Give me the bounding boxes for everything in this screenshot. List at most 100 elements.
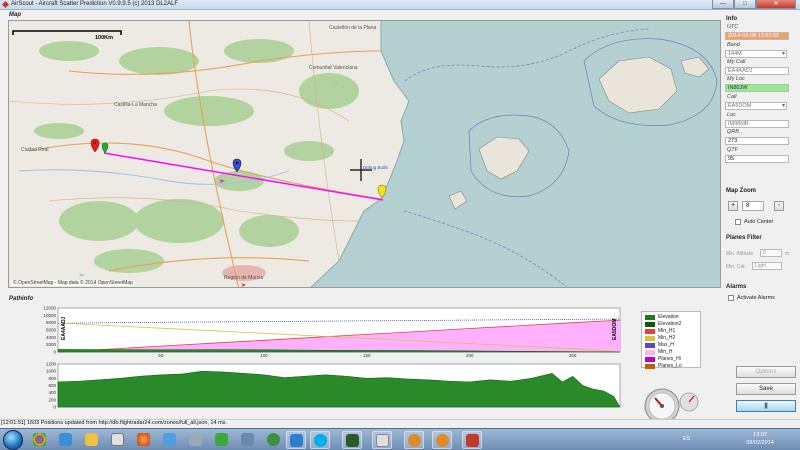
utc-field: 2014-02-08 12:02:02 (725, 32, 789, 40)
y-tick-label: 12000 (43, 306, 56, 311)
place-label: Castilla-La Mancha (114, 102, 157, 108)
taskbar-app[interactable] (432, 431, 452, 449)
plane-icon[interactable] (79, 273, 85, 277)
pathinfo-legend: Elevation Elevation2 Min_H1 Min_H2 Max_H Min_… (641, 311, 701, 370)
min-altitude-unit: m (785, 251, 790, 257)
legend-swatch (645, 357, 655, 362)
debug-label: Debug Build (363, 165, 388, 170)
taskbar-skype[interactable] (310, 431, 330, 449)
planes-filter-heading: Planes Filter (726, 235, 762, 241)
y-tick-label: 10000 (43, 313, 56, 318)
options-button[interactable]: Options (736, 366, 796, 378)
x-tick-label: 100 (260, 408, 268, 409)
start-button[interactable] (3, 430, 23, 450)
scale-label: 100Km (95, 35, 113, 41)
status-bar: [12:01:51] 1603 Positions updated from h… (0, 419, 800, 427)
y-tick-label: 0 (53, 350, 56, 355)
legend-label: Planes_Hi (658, 356, 681, 362)
legend-item: Max_H (645, 342, 701, 349)
maximize-button[interactable]: □ (734, 0, 756, 9)
qrb-field: 273 (725, 137, 789, 145)
taskbar-app[interactable] (404, 431, 424, 449)
info-heading: Info (726, 16, 737, 22)
taskbar-app[interactable] (342, 431, 362, 449)
qtf-label: QTF (727, 147, 738, 153)
call-label: Call (727, 94, 737, 100)
x-tick-label: 250 (569, 353, 577, 358)
legend-item: Elevation (645, 314, 701, 321)
legend-swatch (645, 322, 655, 327)
taskbar-chrome[interactable] (30, 431, 50, 449)
plane-icon[interactable] (241, 283, 246, 287)
taskbar-email[interactable] (56, 431, 76, 449)
minimize-button[interactable]: — (712, 0, 734, 9)
taskbar-firefox[interactable] (134, 431, 154, 449)
place-label: Comunitat Valenciana (309, 65, 358, 71)
taskbar-spotify[interactable] (264, 431, 284, 449)
airscout-app-icon (2, 1, 9, 8)
taskbar-explorer[interactable] (160, 431, 180, 449)
map-attribution: © OpenStreetMap - Map data © 2014 OpenSt… (11, 280, 135, 286)
taskbar-browser[interactable] (286, 431, 306, 449)
taskbar-calculator[interactable] (186, 431, 206, 449)
activate-alarms-label: Activate Alarms (737, 295, 775, 301)
y-tick-label: 1200 (46, 362, 57, 367)
taskbar-airscout[interactable] (462, 431, 482, 449)
min-cat-select[interactable]: Light (752, 262, 782, 270)
min-altitude-label: Min. Altitude (726, 251, 754, 257)
loc-field[interactable]: IM98MR (725, 120, 789, 128)
taskbar-tool[interactable] (238, 431, 258, 449)
close-button[interactable]: ✕ (756, 0, 796, 9)
pause-button[interactable]: || (736, 400, 796, 412)
y-tick-label: 8000 (46, 320, 57, 325)
utc-label: UTC (727, 24, 739, 30)
band-select[interactable]: 144M (725, 50, 787, 58)
windows-taskbar: ES 13:02 08/02/2014 (0, 428, 800, 450)
legend-label: Elevation (658, 314, 679, 320)
mycall-label: My Call (727, 59, 746, 65)
map-section-label: Map (9, 12, 21, 18)
x-tick-label: 250 (569, 408, 577, 409)
min-altitude-field[interactable]: 0 (760, 249, 782, 257)
legend-item: Planes_Hi (645, 356, 701, 363)
x-tick-label: 100 (260, 353, 268, 358)
mycall-field[interactable]: EA4AADJ (725, 67, 789, 75)
map-view[interactable]: Castellón de la Plana Comunitat Valencia… (8, 20, 721, 288)
myloc-label: My Loc (727, 76, 745, 82)
station-marker-red[interactable] (90, 138, 100, 153)
place-label: Región de Murcia (224, 275, 263, 281)
x-tick-label: 150 (363, 353, 371, 358)
taskbar-media[interactable] (108, 431, 128, 449)
zoom-out-button[interactable]: - (774, 201, 784, 211)
y-tick-label: 600 (48, 383, 56, 388)
call-select[interactable]: EA5DOM (725, 102, 787, 110)
zoom-level-field[interactable]: 8 (742, 201, 764, 211)
taskbar-torrent[interactable] (212, 431, 232, 449)
place-label: Castellón de la Plana (329, 25, 376, 31)
info-panel: Info UTC 2014-02-08 12:02:02 Band 144M M… (724, 14, 800, 414)
legend-swatch (645, 364, 655, 369)
taskbar-app[interactable] (372, 431, 392, 449)
legend-label: Min_H (658, 349, 673, 355)
station-marker-green[interactable] (101, 142, 109, 154)
myloc-field[interactable]: IN80JW (725, 84, 789, 92)
legend-label: Min_H1 (658, 328, 676, 334)
taskbar-folder[interactable] (82, 431, 102, 449)
legend-item: Planes_Lo (645, 363, 701, 370)
legend-label: Elevation2 (658, 321, 682, 327)
save-button[interactable]: Save (736, 383, 796, 395)
x-tick-label: 50 (158, 408, 164, 409)
activate-alarms-checkbox[interactable] (728, 295, 734, 301)
legend-swatch (645, 329, 655, 334)
clock-date[interactable]: 08/02/2014 (740, 440, 780, 446)
y-tick-label: 800 (48, 376, 56, 381)
zoom-in-button[interactable]: + (728, 201, 738, 211)
language-indicator[interactable]: ES (683, 436, 690, 442)
clock-time[interactable]: 13:02 (740, 432, 780, 438)
y-tick-label: 2000 (46, 342, 57, 347)
y-tick-label: 0 (53, 405, 56, 410)
path-line (103, 152, 384, 201)
qrb-label: QRB (727, 129, 739, 135)
auto-center-checkbox[interactable] (735, 219, 741, 225)
legend-label: Planes_Lo (658, 363, 682, 369)
